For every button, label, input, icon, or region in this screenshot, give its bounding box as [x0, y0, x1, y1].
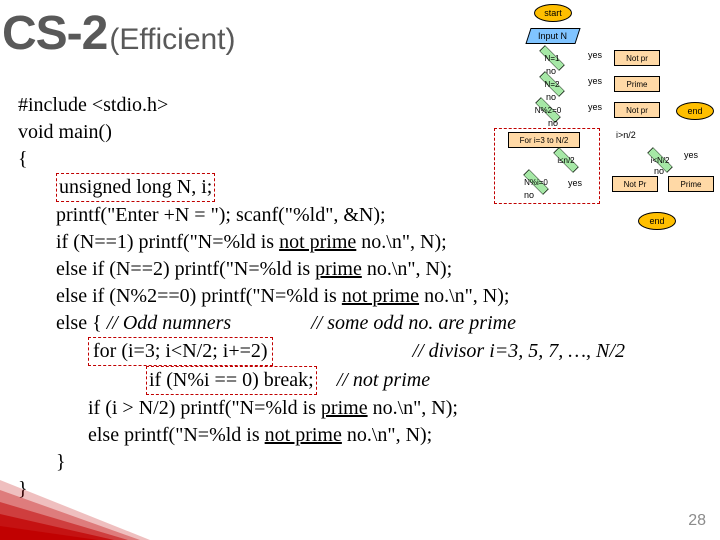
label-yes: yes	[588, 76, 602, 86]
flow-not-prime-1: Not pr	[614, 50, 660, 66]
code-line: else if (N%2==0) printf("N=%ld is not pr…	[18, 283, 702, 310]
code-line: if (N%i == 0) break; // not prime	[18, 366, 702, 395]
code-line: else if (N==2) printf("N=%ld is prime no…	[18, 256, 702, 283]
code-line: else { // Odd numners // some odd no. ar…	[18, 310, 702, 337]
flow-n-eq-2: N=2	[532, 74, 572, 94]
label-yes: yes	[588, 50, 602, 60]
code-line: unsigned long N, i;	[18, 173, 702, 202]
code-line: {	[18, 146, 702, 173]
page-number: 28	[688, 512, 706, 530]
code-block: #include <stdio.h> void main() { unsigne…	[18, 92, 702, 503]
for-loop-box: for (i=3; i<N/2; i+=2)	[88, 337, 273, 366]
code-line: }	[18, 476, 702, 503]
flow-input: Input N	[525, 28, 580, 44]
code-line: else printf("N=%ld is not prime no.\n", …	[18, 422, 702, 449]
flow-n-eq-1: N=1	[532, 48, 572, 68]
code-line: #include <stdio.h>	[18, 92, 702, 119]
code-line: printf("Enter +N = "); scanf("%ld", &N);	[18, 202, 702, 229]
code-line: if (i > N/2) printf("N=%ld is prime no.\…	[18, 395, 702, 422]
code-line: }	[18, 449, 702, 476]
code-line: void main()	[18, 119, 702, 146]
var-decl-box: unsigned long N, i;	[56, 173, 215, 202]
flow-start: start	[534, 4, 572, 22]
code-line: if (N==1) printf("N=%ld is not prime no.…	[18, 229, 702, 256]
title-sub: (Efficient)	[109, 23, 235, 57]
code-line: for (i=3; i<N/2; i+=2) // divisor i=3, 5…	[18, 337, 702, 366]
flow-prime-1: Prime	[614, 76, 660, 92]
title-main: CS-2	[2, 6, 107, 61]
